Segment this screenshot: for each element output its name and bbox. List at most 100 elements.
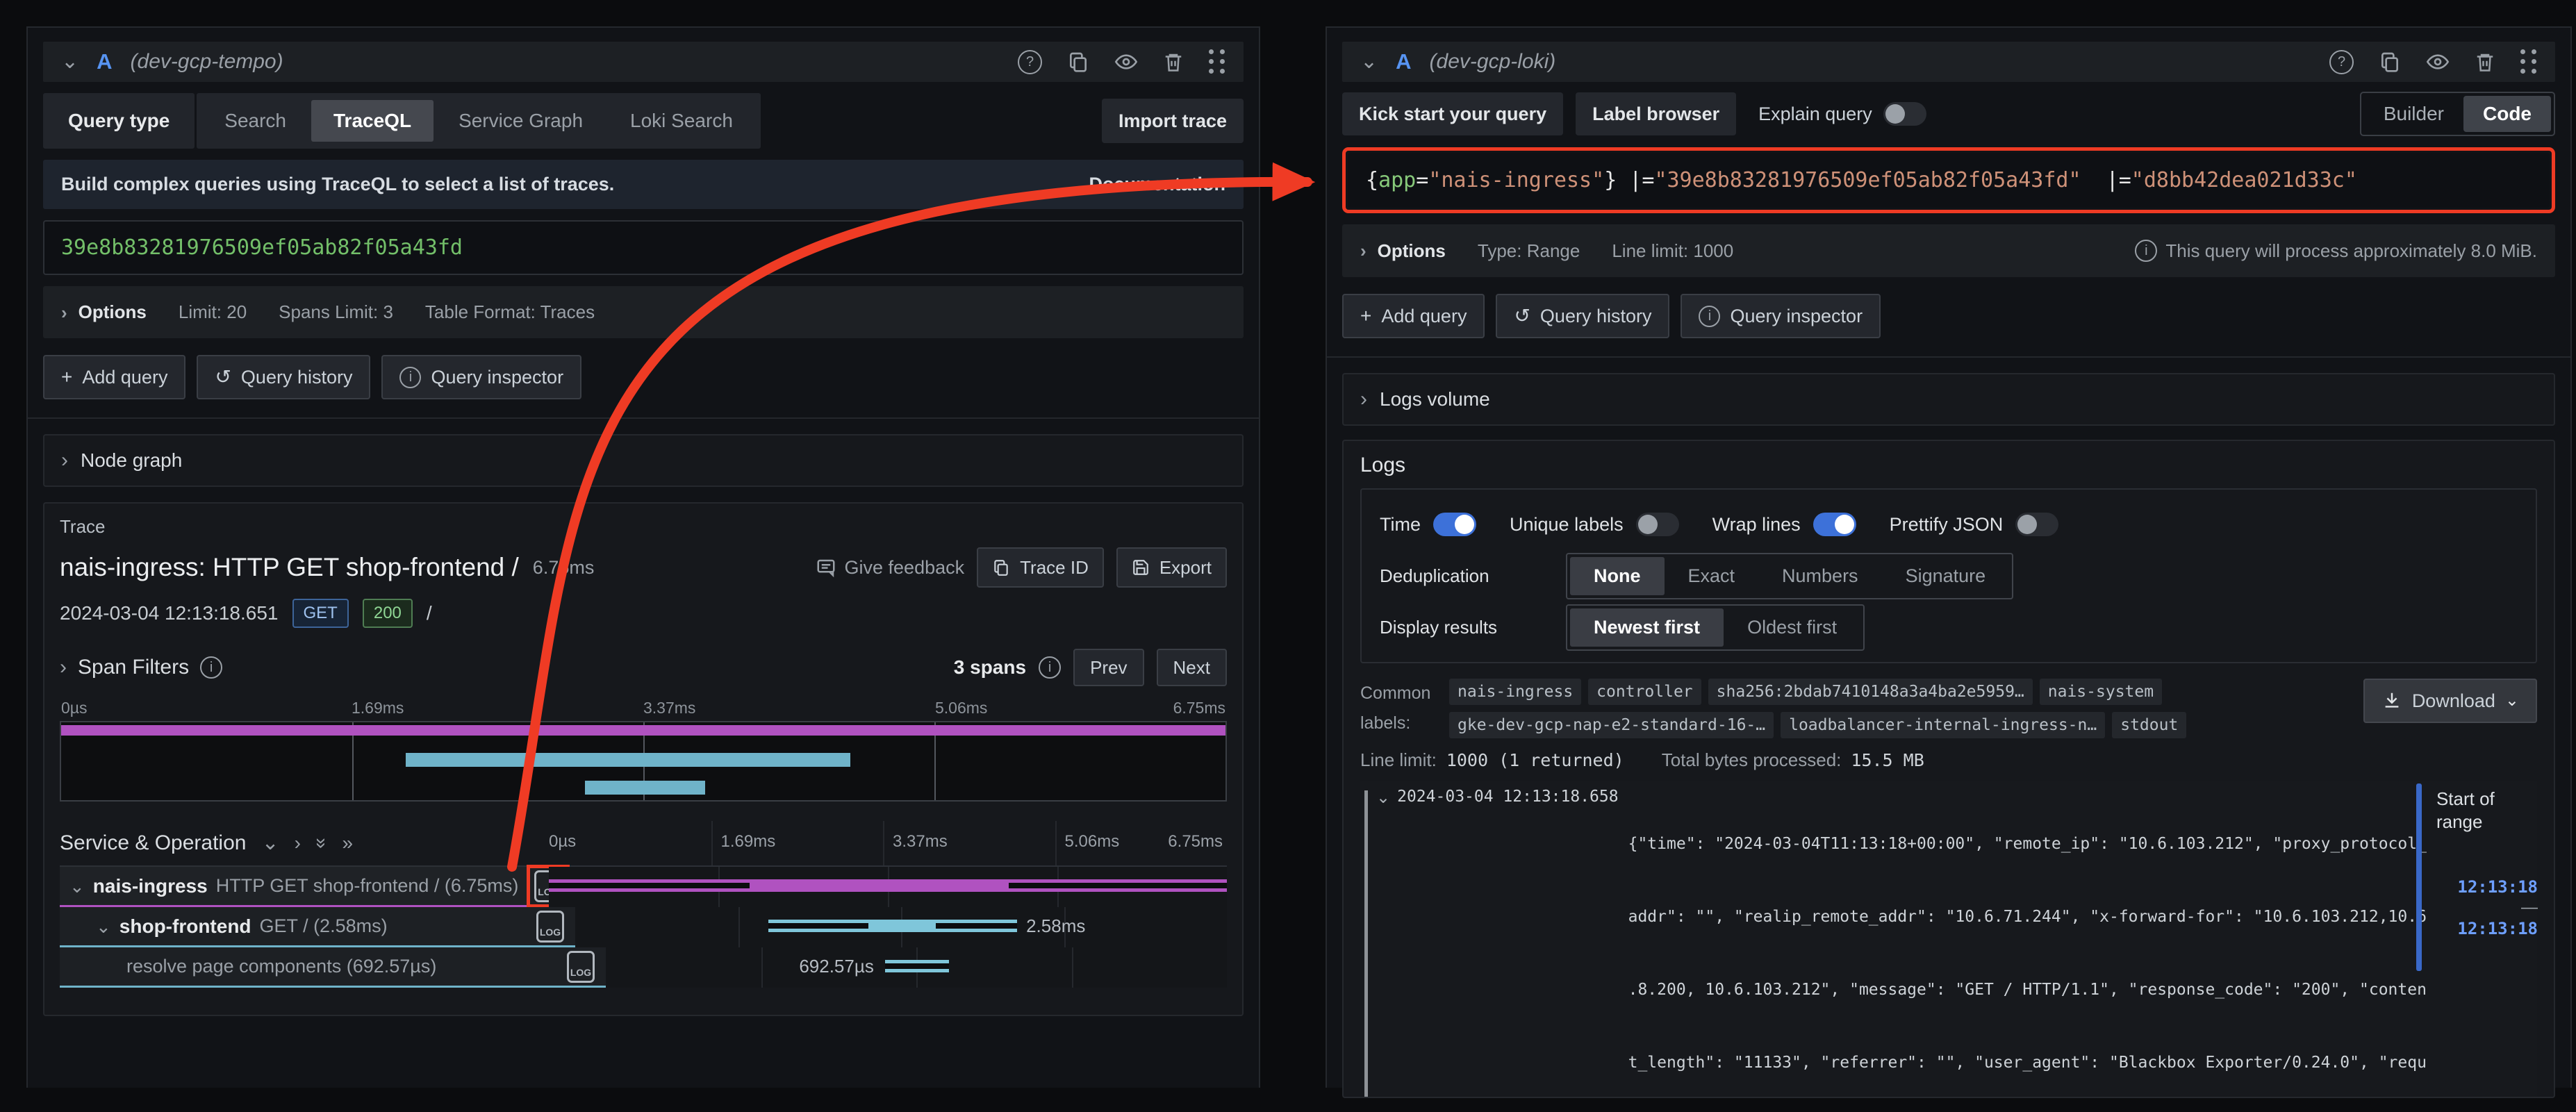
tab-service-graph[interactable]: Service Graph (436, 100, 605, 142)
tab-traceql[interactable]: TraceQL (311, 100, 434, 142)
trash-icon[interactable] (2475, 51, 2495, 73)
query-inspector-button[interactable]: iQuery inspector (381, 355, 581, 399)
loki-actions: +Add query ↺Query history iQuery inspect… (1342, 294, 2555, 338)
log-scrollbar[interactable] (2416, 783, 2422, 971)
export-button[interactable]: Export (1116, 547, 1227, 588)
loki-options-row[interactable]: ›Options Type: Range Line limit: 1000 i … (1342, 224, 2555, 277)
logs-panel-title: Logs (1360, 454, 2537, 477)
label-browser-button[interactable]: Label browser (1576, 92, 1736, 135)
range-to-time[interactable]: 12:13:18 (2457, 919, 2538, 938)
query-inspector-button[interactable]: iQuery inspector (1681, 294, 1881, 338)
prev-button[interactable]: Prev (1073, 649, 1143, 686)
label-chip: nais-system (2040, 679, 2162, 705)
copy-icon[interactable] (1067, 51, 1089, 73)
eye-icon[interactable] (1114, 51, 1138, 73)
span-row-nais-ingress[interactable]: ⌄ nais-ingress HTTP GET shop-frontend / … (60, 867, 1227, 907)
add-query-button[interactable]: +Add query (43, 355, 185, 399)
query-history-button[interactable]: ↺Query history (197, 355, 370, 399)
sort-chevron-down-icon[interactable]: ⌄ (261, 833, 279, 854)
span-bar[interactable] (885, 960, 949, 972)
dedup-numbers-option[interactable]: Numbers (1758, 557, 1882, 595)
dedup-exact-option[interactable]: Exact (1665, 557, 1759, 595)
node-graph-chevron-icon: › (61, 450, 68, 471)
info-banner-text: Build complex queries using TraceQL to s… (61, 174, 614, 195)
newest-first-option[interactable]: Newest first (1570, 608, 1724, 647)
trace-path: / (427, 602, 432, 624)
span-row-resolve-page-components[interactable]: resolve page components (692.57µs) LOG 6… (60, 947, 1227, 988)
unique-labels-toggle[interactable] (1636, 513, 1679, 536)
traceql-query-input[interactable]: 39e8b83281976509ef05ab82f05a43fd (43, 220, 1244, 275)
row-chevron-icon[interactable]: ⌄ (96, 918, 111, 936)
next-button[interactable]: Next (1157, 649, 1227, 686)
trace-id-button[interactable]: Trace ID (977, 547, 1104, 588)
trace-panel-title: Trace (60, 516, 1227, 538)
row-chevron-icon[interactable]: ⌄ (69, 877, 85, 895)
span-filters-label: Span Filters (78, 656, 189, 679)
tick-label: 5.06ms (1055, 832, 1120, 852)
loki-query-input[interactable]: {app="nais-ingress"} |="39e8b83281976509… (1348, 153, 2550, 208)
kick-start-query-button[interactable]: Kick start your query (1342, 92, 1563, 135)
explain-query-toggle[interactable] (1883, 102, 1926, 126)
help-icon[interactable]: ? (2329, 50, 2354, 74)
prettify-json-toggle[interactable] (2015, 513, 2058, 536)
label-chip: gke-dev-gcp-nap-e2-standard-16-… (1449, 712, 1774, 738)
options-label: Options (1378, 240, 1446, 262)
eye-icon[interactable] (2426, 51, 2450, 73)
options-line-limit: Line limit: 1000 (1612, 240, 1733, 262)
query-ref-id: A (97, 49, 112, 74)
download-button[interactable]: Download ⌄ (2363, 679, 2537, 723)
divider (1327, 356, 2570, 358)
options-type: Type: Range (1478, 240, 1580, 262)
span-operation: HTTP GET shop-frontend / (6.75ms) (216, 875, 519, 897)
trash-icon[interactable] (1163, 51, 1184, 73)
trace-duration: 6.75ms (533, 557, 595, 579)
span-row-shop-frontend[interactable]: ⌄ shop-frontend GET / (2.58ms) LOG 2.58m… (60, 907, 1227, 947)
node-graph-panel[interactable]: › Node graph (43, 434, 1244, 487)
options-spans-limit: Spans Limit: 3 (279, 301, 393, 323)
divider (28, 417, 1259, 419)
status-badge: 200 (363, 599, 413, 628)
logs-volume-panel[interactable]: › Logs volume (1342, 373, 2555, 426)
span-filters-chevron-icon[interactable]: › (60, 657, 67, 678)
wrap-lines-toggle[interactable] (1813, 513, 1856, 536)
span-logs-icon[interactable]: LOG (567, 951, 595, 983)
span-operation: resolve page components (692.57µs) (126, 956, 436, 977)
log-message[interactable]: {"time": "2024-03-04T11:13:18+00:00", "r… (1628, 783, 2427, 1098)
chevron-right-icon[interactable]: › (295, 832, 301, 854)
query-history-button[interactable]: ↺Query history (1496, 294, 1669, 338)
options-table-format: Table Format: Traces (425, 301, 595, 323)
tick-label: 3.37ms (883, 832, 948, 852)
collapse-query-icon[interactable]: ⌄ (61, 51, 79, 72)
import-trace-button[interactable]: Import trace (1102, 99, 1244, 143)
documentation-link[interactable]: Documentation (1089, 174, 1225, 195)
dedup-none-option[interactable]: None (1570, 557, 1665, 595)
expand-all-icon[interactable]: » (342, 832, 354, 854)
options-chevron-icon: › (61, 304, 67, 322)
help-icon[interactable]: ? (1018, 50, 1042, 74)
trace-timestamp: 2024-03-04 12:13:18.651 (60, 602, 279, 624)
tempo-actions: +Add query ↺Query history iQuery inspect… (43, 355, 1244, 399)
builder-mode-button[interactable]: Builder (2364, 96, 2463, 132)
collapse-query-icon[interactable]: ⌄ (1360, 51, 1378, 72)
oldest-first-option[interactable]: Oldest first (1724, 608, 1860, 647)
range-from-time[interactable]: 12:13:18 (2457, 877, 2538, 897)
trace-minimap[interactable]: 0µs 1.69ms 3.37ms 5.06ms 6.75ms (60, 697, 1227, 802)
info-icon: i (1039, 656, 1061, 679)
tab-loki-search[interactable]: Loki Search (608, 100, 755, 142)
collapse-all-icon[interactable]: » (311, 838, 333, 849)
tab-search[interactable]: Search (202, 100, 308, 142)
dedup-signature-option[interactable]: Signature (1882, 557, 2010, 595)
code-mode-button[interactable]: Code (2463, 96, 2551, 132)
copy-icon[interactable] (2379, 51, 2401, 73)
span-operation: GET / (2.58ms) (260, 915, 388, 937)
query-size-note: This query will process approximately 8.… (2165, 240, 2537, 262)
give-feedback-link[interactable]: Give feedback (816, 557, 965, 579)
time-toggle[interactable] (1433, 513, 1476, 536)
drag-handle-icon[interactable] (1209, 49, 1225, 74)
drag-handle-icon[interactable] (2520, 49, 2537, 74)
span-logs-icon[interactable]: LOG (536, 911, 564, 943)
tick-label: 0µs (539, 832, 576, 852)
log-row-chevron-icon[interactable]: ⌄ (1376, 788, 1390, 1098)
add-query-button[interactable]: +Add query (1342, 294, 1485, 338)
tempo-options-row[interactable]: ›Options Limit: 20 Spans Limit: 3 Table … (43, 286, 1244, 338)
